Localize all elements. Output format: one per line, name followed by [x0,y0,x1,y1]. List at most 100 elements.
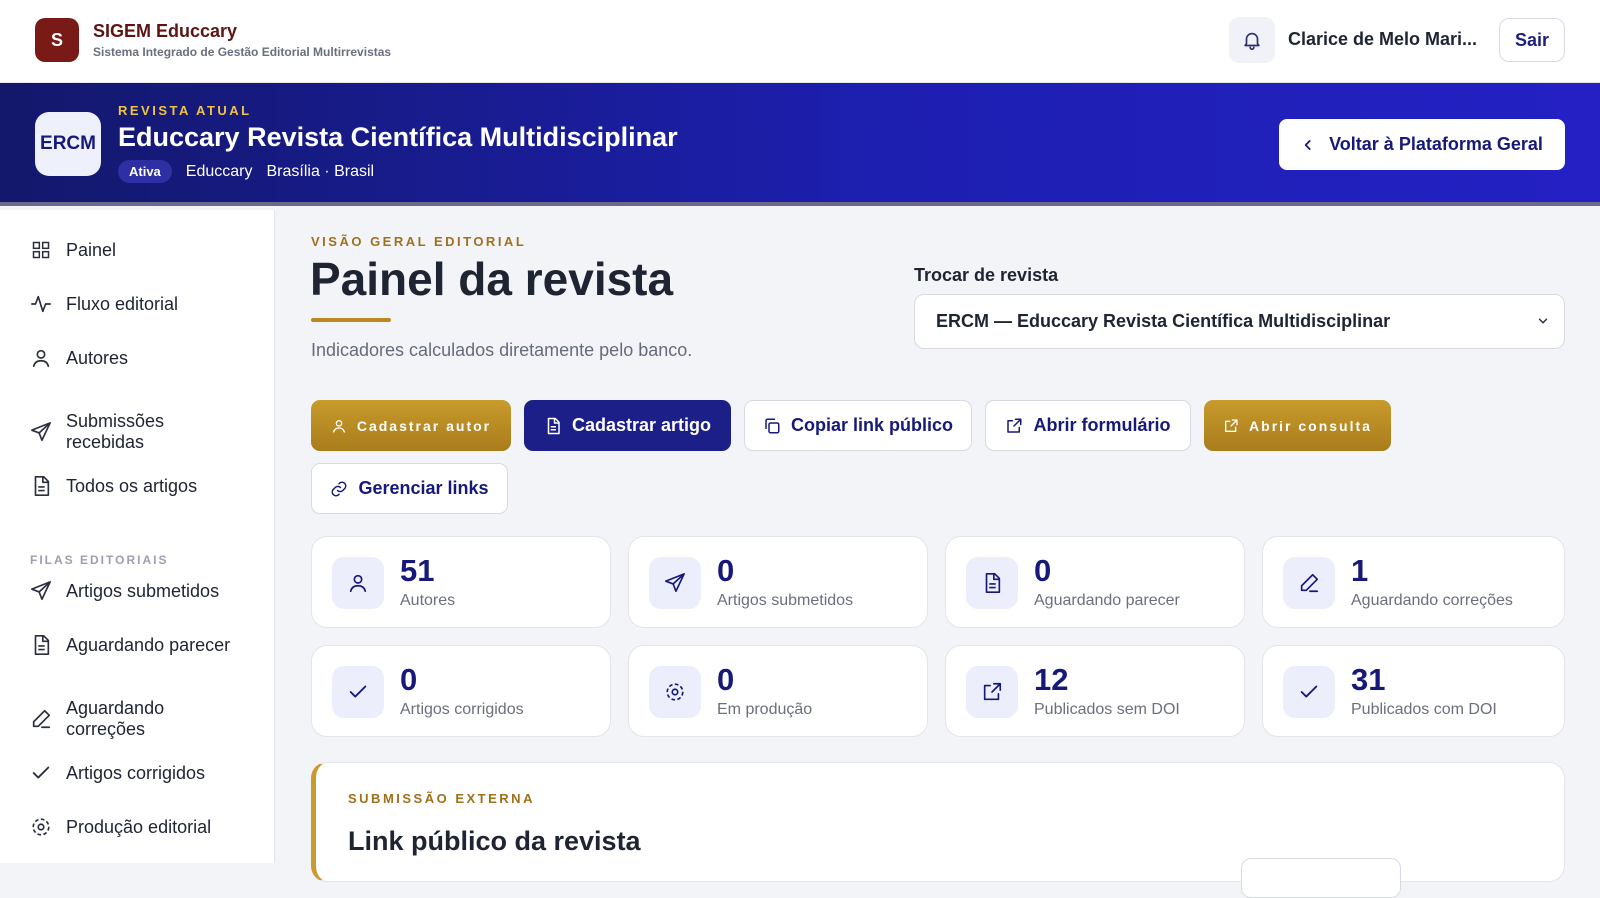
notifications-button[interactable] [1229,17,1275,63]
journal-switch-value: ERCM — Educcary Revista Científica Multi… [936,311,1391,331]
check-icon [1283,666,1335,718]
copy-public-link-button[interactable]: Copiar link público [744,400,972,451]
sidebar-item-label: Artigos submetidos [66,580,220,601]
external-submission-action-button[interactable] [1241,858,1401,898]
activity-icon [30,293,52,315]
send-icon [30,421,52,443]
stat-card-artigos-submetidos[interactable]: 0 Artigos submetidos [628,536,928,628]
open-form-button[interactable]: Abrir formulário [985,400,1191,451]
journal-kicker: REVISTA ATUAL [118,103,252,118]
stat-value: 0 [717,662,735,697]
sidebar-item-submissoes-recebidas[interactable]: Submissões recebidas [30,411,246,453]
copy-icon [765,418,780,433]
stat-value: 31 [1351,662,1386,697]
external-submission-title: Link público da revista [348,826,641,856]
sidebar-item-artigos-corrigidos[interactable]: Artigos corrigidos [30,762,246,784]
stat-value: 1 [1351,553,1369,588]
gear-icon [30,816,52,838]
add-author-label: Cadastrar autor [356,417,492,434]
external-submission-kicker: SUBMISSÃO EXTERNA [348,791,535,806]
page-title: Painel da revista [310,253,674,305]
stat-label: Artigos submetidos [717,592,854,609]
stat-value: 51 [400,553,435,588]
page-subtitle: Indicadores calculados diretamente pelo … [311,340,693,360]
sidebar-item-artigos-submetidos[interactable]: Artigos submetidos [30,580,246,602]
send-icon [30,580,52,602]
sidebar-item-label: Fluxo editorial [66,293,179,314]
bell-icon [1244,32,1260,50]
send-icon [649,557,701,609]
external-link-icon [1007,418,1022,433]
stat-value: 0 [1034,553,1052,588]
stat-card-publicados-com-doi[interactable]: 31 Publicados com DOI [1262,645,1565,737]
user-icon [332,419,345,433]
open-form-label: Abrir formulário [1033,415,1171,435]
section-kicker: VISÃO GERAL EDITORIAL [311,234,527,249]
add-article-button[interactable]: Cadastrar artigo [524,400,731,451]
journal-switch-label: Trocar de revista [914,265,1059,285]
open-query-button[interactable]: Abrir consulta [1204,400,1391,451]
stat-card-em-producao[interactable]: 0 Em produção [628,645,928,737]
stat-value: 12 [1034,662,1069,697]
app-logo[interactable]: S [35,18,79,62]
journal-meta: Ativa Educcary Brasília · Brasil [118,160,374,183]
back-to-platform-label: Voltar à Plataforma Geral [1329,134,1543,154]
open-query-label: Abrir consulta [1249,417,1372,434]
journal-location: Brasília · Brasil [266,162,375,180]
app-logo-letter: S [50,29,63,50]
back-to-platform-button[interactable]: Voltar à Plataforma Geral [1279,119,1565,170]
check-icon [332,666,384,718]
status-badge: Ativa [118,160,172,183]
stat-value: 0 [717,553,735,588]
journal-banner: ERCM REVISTA ATUAL Educcary Revista Cien… [0,83,1600,206]
sidebar-item-label: Produção editorial [66,816,212,837]
stat-card-publicados-sem-doi[interactable]: 12 Publicados sem DOI [945,645,1245,737]
sidebar: Painel Fluxo editorial Autores Submissõe… [0,210,275,863]
sidebar-item-fluxo-editorial[interactable]: Fluxo editorial [30,293,246,315]
stat-label: Aguardando parecer [1034,592,1180,609]
link-icon [332,481,347,496]
document-icon [30,634,52,656]
user-icon [30,347,52,369]
sidebar-item-autores[interactable]: Autores [30,347,246,369]
app-subtitle: Sistema Integrado de Gestão Editorial Mu… [93,45,392,59]
journal-publisher: Educcary [185,162,253,180]
user-name[interactable]: Clarice de Melo Mari... [1288,29,1480,50]
sidebar-item-painel[interactable]: Painel [30,239,246,261]
journal-switch-select[interactable]: ERCM — Educcary Revista Científica Multi… [914,294,1565,349]
sidebar-item-label: Autores [66,347,129,368]
sidebar-item-label: Artigos corrigidos [66,762,206,783]
gear-icon [649,666,701,718]
app-name: SIGEM Educcary [93,21,238,41]
sidebar-item-label: Aguardando parecer [66,634,231,655]
check-icon [30,762,52,784]
add-article-label: Cadastrar artigo [571,415,712,435]
stat-label: Publicados com DOI [1351,701,1497,718]
chevron-left-icon [1304,139,1311,150]
pen-icon [1283,557,1335,609]
sidebar-item-producao-editorial[interactable]: Produção editorial [30,816,246,838]
stat-card-aguardando-parecer[interactable]: 0 Aguardando parecer [945,536,1245,628]
journal-badge: ERCM [35,112,101,176]
sidebar-item-aguardando-parecer[interactable]: Aguardando parecer [30,634,246,656]
logout-button[interactable]: Sair [1499,18,1565,62]
stat-label: Artigos corrigidos [400,701,524,718]
sidebar-item-label: Submissões recebidas [66,411,165,452]
stat-label: Publicados sem DOI [1034,701,1180,718]
stat-label: Autores [400,592,456,609]
manage-links-button[interactable]: Gerenciar links [311,463,508,514]
top-bar: S SIGEM Educcary Sistema Integrado de Ge… [0,0,1600,83]
stat-label: Aguardando correções [1351,592,1513,609]
sidebar-item-aguardando-correcoes[interactable]: Aguardando correções [30,698,246,740]
user-icon [332,557,384,609]
stat-card-autores[interactable]: 51 Autores [311,536,611,628]
copy-public-link-label: Copiar link público [790,415,953,435]
stat-card-aguardando-correcoes[interactable]: 1 Aguardando correções [1262,536,1565,628]
sidebar-item-label: Todos os artigos [66,475,198,496]
external-link-icon [1225,418,1238,432]
external-submission-card: SUBMISSÃO EXTERNA Link público da revist… [311,762,1565,898]
stat-card-artigos-corrigidos[interactable]: 0 Artigos corrigidos [311,645,611,737]
stat-value: 0 [400,662,418,697]
sidebar-item-todos-os-artigos[interactable]: Todos os artigos [30,475,246,497]
add-author-button[interactable]: Cadastrar autor [311,400,511,451]
